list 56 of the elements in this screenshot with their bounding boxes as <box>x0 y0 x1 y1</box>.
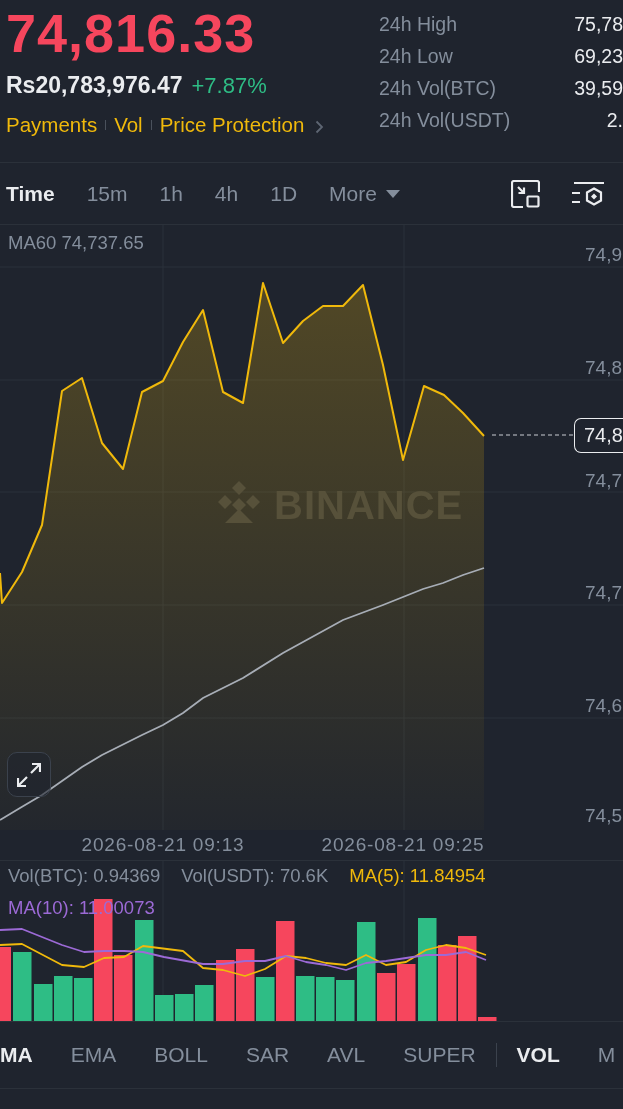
interval-tab[interactable]: 15m <box>86 180 128 207</box>
price-axis-label: 74,7 <box>585 470 622 492</box>
volume-bar <box>336 980 355 1021</box>
indicator-tab[interactable]: MA <box>0 1042 33 1068</box>
last-price: 74,816.33 <box>6 6 257 60</box>
stat-value: 75,78 <box>574 12 623 37</box>
indicator-legend: MA60 74,737.65 <box>8 232 144 254</box>
time-axis-label: 2026-08-21 09:13 <box>80 833 246 857</box>
indicator-tab[interactable]: BOLL <box>154 1042 208 1068</box>
price-axis-label: 74,5 <box>585 805 622 827</box>
volume-bar <box>175 994 194 1021</box>
volume-bar <box>216 960 235 1021</box>
price-axis-label: 74,7 <box>585 582 622 604</box>
stat-label: 24h High <box>379 12 459 37</box>
interval-tab[interactable]: 4h <box>214 180 239 207</box>
volume-bar <box>13 952 32 1021</box>
stat-value: 39,59 <box>574 76 623 101</box>
expand-button[interactable] <box>7 752 51 797</box>
interval-tab[interactable]: 1h <box>159 180 183 207</box>
info-link[interactable]: Vol <box>114 112 143 138</box>
price-axis-label: 74,8 <box>585 357 622 379</box>
volume-legend: Vol(USDT): 70.6K <box>181 864 329 888</box>
interval-tab[interactable]: Time <box>6 180 55 207</box>
last-price-tag: 74,8 <box>574 418 623 453</box>
indicator-tab[interactable]: VOL <box>516 1042 560 1068</box>
interval-tab[interactable]: 1D <box>270 180 298 207</box>
indicator-tab[interactable]: SAR <box>245 1042 290 1068</box>
price-axis-label: 74,9 <box>585 244 622 266</box>
indicator-tab[interactable]: EMA <box>70 1042 117 1068</box>
volume-bar <box>195 985 214 1021</box>
price-change-percent: +7.87% <box>191 73 267 100</box>
volume-bar <box>54 976 73 1021</box>
moving-average-legend: MA(5): 11.84954 <box>349 864 486 888</box>
local-currency-price: Rs20,783,976.47 <box>6 72 183 100</box>
indicator-tab[interactable]: AVL <box>327 1042 366 1068</box>
indicator-tab[interactable]: M <box>597 1042 616 1068</box>
volume-bar <box>397 964 416 1021</box>
info-link[interactable]: Price Protection <box>159 112 305 138</box>
expand-icon <box>17 762 41 787</box>
volume-bar <box>34 984 53 1021</box>
chevron-right-icon[interactable] <box>315 119 325 134</box>
caret-down-icon <box>385 189 400 198</box>
more-dropdown[interactable]: More <box>329 180 400 207</box>
square-arrow-icon[interactable] <box>511 179 540 208</box>
indicator-tab[interactable]: SUPER <box>403 1042 476 1068</box>
volume-legend: Vol(BTC): 0.94369 <box>8 864 161 888</box>
stat-label: 24h Low <box>379 44 454 69</box>
settings-icon[interactable] <box>572 180 605 207</box>
price-axis-label: 74,6 <box>585 695 622 717</box>
stat-label: 24h Vol(BTC) <box>379 76 498 101</box>
stat-value: 2. <box>606 108 623 133</box>
info-link[interactable]: Payments <box>6 112 98 138</box>
stat-value: 69,23 <box>574 44 623 69</box>
volume-bar <box>316 977 335 1021</box>
stat-label: 24h Vol(USDT) <box>379 108 511 133</box>
time-axis-label: 2026-08-21 09:25 <box>320 833 486 857</box>
